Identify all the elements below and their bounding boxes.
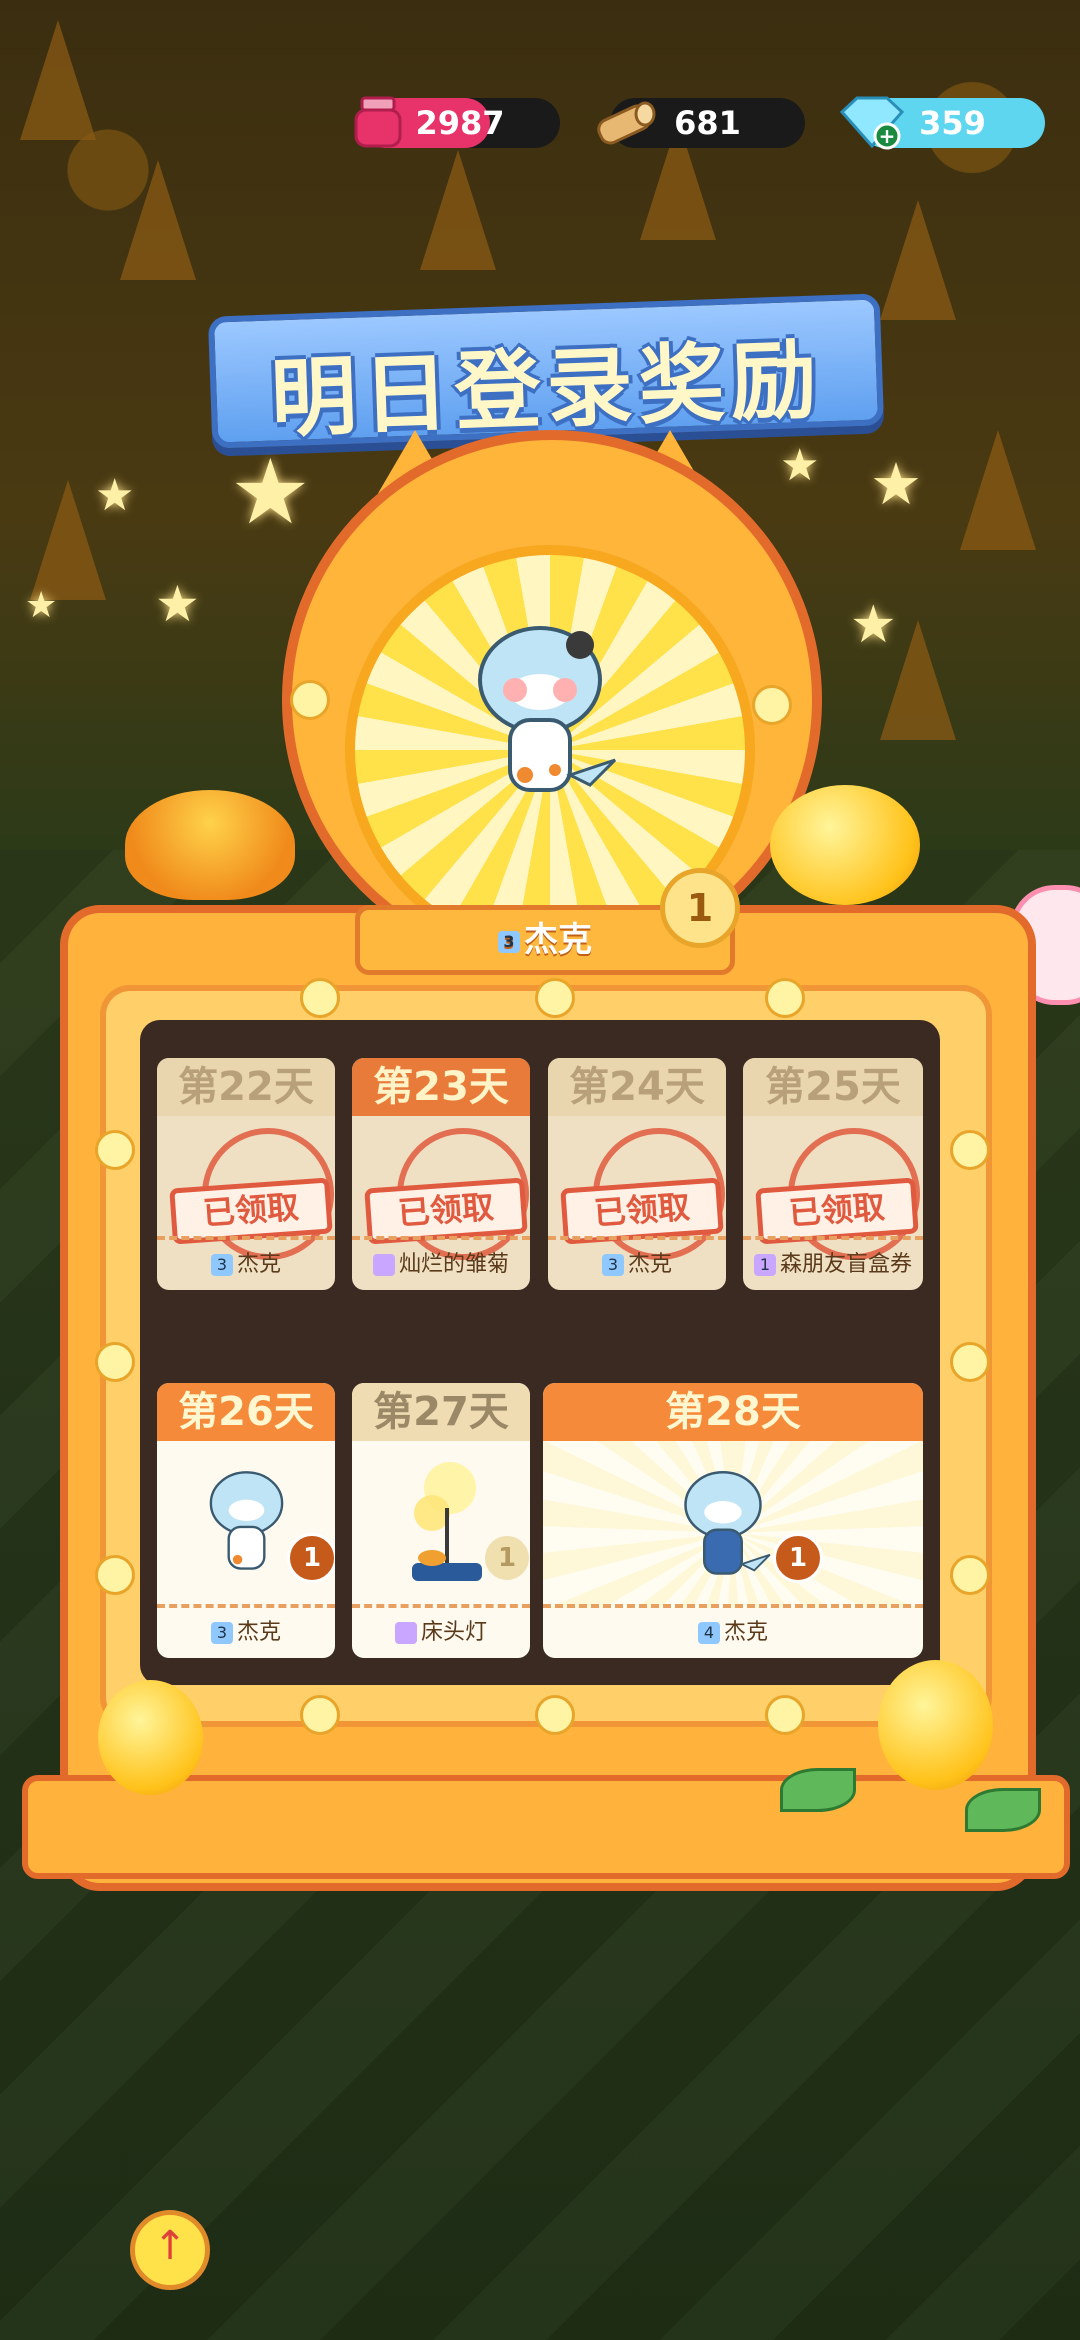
up-arrow-button[interactable]: ↑ (130, 2210, 210, 2290)
item-name: 灿烂的雏菊 (398, 1252, 509, 1277)
star-decoration: ★ (870, 450, 922, 518)
bolt-decoration (535, 978, 575, 1018)
bolt-decoration (950, 1342, 990, 1382)
leaf-decoration (780, 1768, 856, 1812)
bolt-decoration (300, 978, 340, 1018)
bolt-decoration (290, 680, 330, 720)
otter-icon (209, 1471, 284, 1570)
day-card-23[interactable]: 第23天 已领取 灿烂的雏菊 (352, 1058, 530, 1290)
tree-decoration (960, 430, 1036, 550)
reward-count-badge: 1 (660, 868, 740, 948)
claimed-stamp: 已领取 (560, 1177, 724, 1245)
otter-icon (684, 1471, 771, 1575)
bolt-decoration (950, 1130, 990, 1170)
rarity-badge: 3 (498, 930, 520, 953)
tree-decoration (20, 20, 96, 140)
rarity-badge: 1 (753, 1254, 776, 1276)
item-name: 杰克 (236, 1620, 281, 1645)
day-label: 第28天 (543, 1383, 923, 1441)
day-label: 第23天 (352, 1058, 530, 1116)
rarity-badge: 4 (697, 1622, 720, 1644)
quantity-badge: 1 (287, 1533, 335, 1583)
day-card-28[interactable]: 第28天 1 4 杰克 (543, 1383, 923, 1658)
ink-bottle-icon (354, 96, 402, 148)
otter-character (478, 626, 617, 792)
rarity-badge: 3 (210, 1254, 233, 1276)
sleeping-bird-left (125, 790, 295, 900)
tree-decoration (880, 200, 956, 320)
day-card-22[interactable]: 第22天 已领取 3 杰克 (157, 1058, 335, 1290)
rarity-badge (394, 1622, 417, 1644)
day-label: 第27天 (352, 1383, 530, 1441)
log-icon (597, 101, 656, 145)
star-decoration: ★ (230, 440, 311, 545)
day-card-25[interactable]: 第25天 已领取 1 森朋友盲盒券 (743, 1058, 923, 1290)
bedside-lamp-icon (412, 1462, 482, 1581)
day-label: 第25天 (743, 1058, 923, 1116)
reward-name: 杰克 (524, 920, 592, 960)
item-name: 杰克 (627, 1252, 672, 1277)
bolt-decoration (765, 978, 805, 1018)
star-decoration: ★ (780, 440, 820, 491)
quantity-badge: 1 (482, 1533, 530, 1583)
frame-base (22, 1775, 1070, 1879)
bolt-decoration (95, 1130, 135, 1170)
bolt-decoration (535, 1695, 575, 1735)
day-card-24[interactable]: 第24天 已领取 3 杰克 (548, 1058, 726, 1290)
star-decoration: ★ (850, 595, 897, 655)
bolt-decoration (752, 685, 792, 725)
bolt-decoration (95, 1555, 135, 1595)
bolt-decoration (95, 1342, 135, 1382)
day-card-27[interactable]: 第27天 1 床头灯 (352, 1383, 530, 1658)
tree-decoration (120, 160, 196, 280)
star-decoration: ★ (95, 470, 135, 521)
day-label: 第22天 (157, 1058, 335, 1116)
quantity-badge: 1 (773, 1533, 823, 1583)
star-decoration: ★ (155, 575, 200, 633)
day-card-26[interactable]: 第26天 1 3 杰克 (157, 1383, 335, 1658)
chick-decoration-right (878, 1660, 993, 1790)
day-label: 第24天 (548, 1058, 726, 1116)
leaf-decoration (965, 1788, 1041, 1832)
bolt-decoration (950, 1555, 990, 1595)
item-name: 杰克 (723, 1620, 768, 1645)
day-label: 第26天 (157, 1383, 335, 1441)
bolt-decoration (765, 1695, 805, 1735)
chick-decoration-left (98, 1680, 203, 1795)
tree-decoration (420, 150, 496, 270)
rarity-badge: 3 (601, 1254, 624, 1276)
claimed-stamp: 已领取 (169, 1177, 333, 1245)
rarity-badge (372, 1254, 395, 1276)
sleeping-bird-right (770, 785, 920, 905)
claimed-stamp: 已领取 (364, 1177, 528, 1245)
svg-text:+: + (879, 124, 896, 148)
diamond-icon[interactable]: + (832, 92, 912, 152)
item-name: 床头灯 (420, 1620, 487, 1645)
rarity-badge: 3 (210, 1622, 233, 1644)
star-decoration: ★ (25, 585, 58, 626)
item-name: 杰克 (236, 1252, 281, 1277)
item-name: 森朋友盲盒券 (779, 1252, 912, 1277)
bolt-decoration (300, 1695, 340, 1735)
claimed-stamp: 已领取 (755, 1177, 919, 1245)
title-banner: 明日登录奖励 (207, 293, 885, 450)
